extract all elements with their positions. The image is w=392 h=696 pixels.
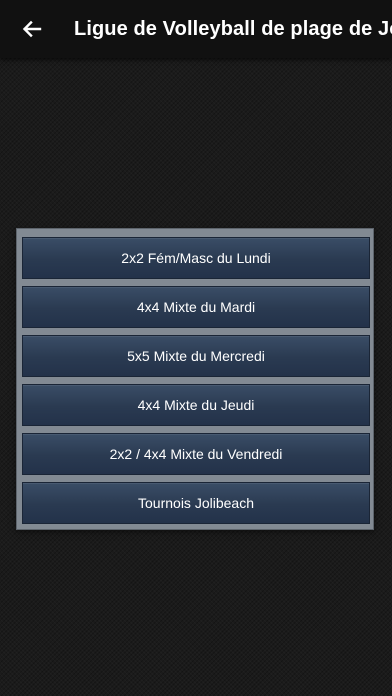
league-menu-panel: 2x2 Fém/Masc du Lundi 4x4 Mixte du Mardi… (16, 228, 374, 530)
arrow-back-icon (22, 19, 42, 39)
tuesday-league-button[interactable]: 4x4 Mixte du Mardi (22, 286, 370, 328)
app-bar: Ligue de Volleyball de plage de Jolibeac… (0, 0, 392, 58)
wednesday-league-button[interactable]: 5x5 Mixte du Mercredi (22, 335, 370, 377)
page-title: Ligue de Volleyball de plage de Jolibeac… (74, 17, 392, 40)
thursday-league-button[interactable]: 4x4 Mixte du Jeudi (22, 384, 370, 426)
monday-league-button[interactable]: 2x2 Fém/Masc du Lundi (22, 237, 370, 279)
tournaments-button[interactable]: Tournois Jolibeach (22, 482, 370, 524)
back-button[interactable] (0, 0, 64, 58)
friday-league-button[interactable]: 2x2 / 4x4 Mixte du Vendredi (22, 433, 370, 475)
